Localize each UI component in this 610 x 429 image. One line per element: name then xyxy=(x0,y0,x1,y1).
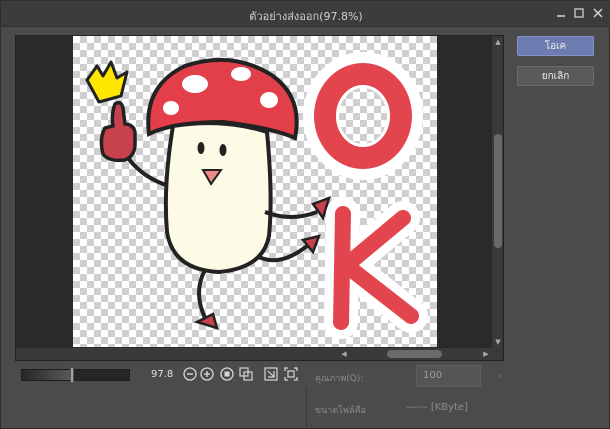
quality-field[interactable]: 100 xyxy=(416,365,481,387)
maximize-icon[interactable] xyxy=(571,5,587,21)
horizontal-scrollbar[interactable]: ◀ ▶ xyxy=(16,347,493,360)
zoom-out-icon[interactable] xyxy=(183,367,197,381)
minimize-icon[interactable] xyxy=(553,5,569,21)
chevron-right-icon[interactable]: › xyxy=(498,369,502,382)
zoom-slider-handle[interactable] xyxy=(70,367,74,383)
vertical-scroll-thumb[interactable] xyxy=(494,134,502,248)
mushroom-artwork xyxy=(85,52,428,339)
letter-k xyxy=(324,197,428,339)
horizontal-scroll-thumb[interactable] xyxy=(387,350,442,358)
actual-size-icon[interactable] xyxy=(220,367,234,381)
filesize-label: ขนาดไฟล์คือ xyxy=(315,406,367,416)
export-preview-window: ตัวอย่างส่งออก(97.8%) ▲ ▼ ◀ ▶ โอเค ยกเลิ… xyxy=(0,0,610,429)
crown-icon xyxy=(85,60,129,104)
preview-area: ▲ ▼ ◀ ▶ xyxy=(15,35,504,361)
close-icon[interactable] xyxy=(590,5,606,21)
scroll-up-icon[interactable]: ▲ xyxy=(492,36,504,48)
zoom-slider[interactable] xyxy=(21,367,130,383)
letter-o xyxy=(303,52,423,180)
zoom-value: 97.8 xyxy=(151,369,174,380)
divider xyxy=(306,388,307,429)
filesize-value: ------ [KByte] xyxy=(406,402,469,413)
quality-label: คุณภาพ(Q): xyxy=(315,374,364,384)
fit-screen-icon[interactable] xyxy=(284,367,298,381)
vertical-scrollbar[interactable]: ▲ ▼ xyxy=(491,36,503,348)
scrollbar-corner xyxy=(491,347,503,360)
ok-button[interactable]: โอเค xyxy=(517,36,594,56)
scroll-left-icon[interactable]: ◀ xyxy=(338,348,350,360)
preview-canvas xyxy=(73,36,437,348)
fit-window-icon[interactable] xyxy=(239,367,253,381)
title-bar: ตัวอย่างส่งออก(97.8%) xyxy=(1,1,610,27)
window-title: ตัวอย่างส่งออก(97.8%) xyxy=(249,10,363,23)
zoom-in-icon[interactable] xyxy=(200,367,214,381)
cancel-button[interactable]: ยกเลิก xyxy=(517,66,594,86)
fit-width-icon[interactable] xyxy=(264,367,278,381)
zoom-slider-fill xyxy=(22,370,72,380)
